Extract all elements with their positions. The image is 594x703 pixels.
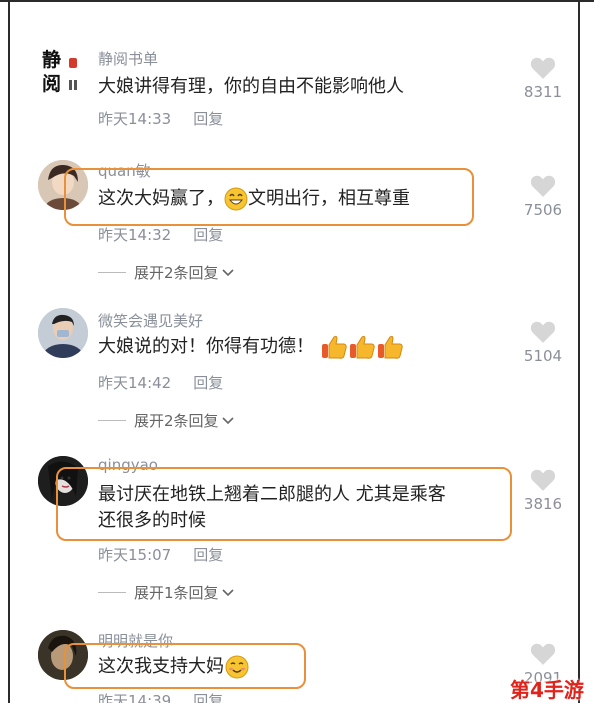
chevron-down-icon	[221, 416, 234, 424]
comment-username[interactable]: 静阅书单	[98, 48, 158, 69]
left-border	[8, 0, 10, 703]
heart-icon	[530, 321, 556, 343]
right-border	[578, 0, 580, 703]
reply-button[interactable]: 回复	[193, 226, 223, 244]
divider-dash	[98, 420, 126, 421]
avatar[interactable]	[38, 308, 88, 358]
highlight-box	[64, 643, 306, 689]
comment-username[interactable]: 微笑会遇见美好	[98, 310, 203, 331]
comment-time: 昨天14:32	[98, 226, 172, 244]
bookmark-icon	[69, 80, 77, 90]
like-count: 7506	[523, 201, 563, 219]
divider-dash	[98, 592, 126, 593]
comment-meta: 昨天14:33 回复	[98, 108, 223, 129]
comment-time: 昨天14:42	[98, 374, 172, 392]
comment-time: 昨天14:39	[98, 692, 172, 703]
thumbs-up-icon	[321, 335, 347, 359]
heart-icon	[530, 57, 556, 79]
comment-text: 大娘讲得有理，你的自由不能影响他人	[98, 76, 404, 97]
expand-replies-button[interactable]: 展开1条回复	[98, 582, 235, 603]
reply-button[interactable]: 回复	[193, 546, 223, 564]
seal-icon	[69, 58, 77, 68]
avatar-photo	[38, 308, 88, 358]
like-button[interactable]: 5104	[522, 320, 564, 365]
avatar[interactable]: 静阅	[38, 48, 88, 98]
comment-time: 昨天15:07	[98, 546, 172, 564]
heart-icon	[530, 643, 556, 665]
comment-text: 大娘说的对！你得有功德！	[98, 334, 404, 360]
comment-meta: 昨天15:07 回复	[98, 544, 223, 565]
like-button[interactable]: 3816	[522, 468, 564, 513]
avatar-logo-text: 静阅	[38, 48, 88, 96]
divider-dash	[98, 272, 126, 273]
comment-time: 昨天14:33	[98, 110, 172, 128]
like-button[interactable]: 8311	[522, 56, 564, 101]
comment-text-part: 大娘说的对！你得有功德！	[98, 336, 314, 357]
reply-button[interactable]: 回复	[193, 692, 223, 703]
reply-button[interactable]: 回复	[193, 374, 223, 392]
like-count: 8311	[523, 83, 563, 101]
like-button[interactable]: 7506	[522, 174, 564, 219]
expand-replies-label: 展开1条回复	[134, 584, 219, 602]
top-border	[0, 0, 594, 2]
highlight-box	[56, 467, 512, 541]
expand-replies-label: 展开2条回复	[134, 264, 219, 282]
like-count: 3816	[523, 495, 563, 513]
comment-meta: 昨天14:42 回复	[98, 372, 223, 393]
thumbs-up-icon	[349, 335, 375, 359]
expand-replies-button[interactable]: 展开2条回复	[98, 262, 235, 283]
highlight-box	[64, 168, 474, 226]
thumbs-up-icon	[377, 335, 403, 359]
chevron-down-icon	[221, 588, 234, 596]
reply-button[interactable]: 回复	[193, 110, 223, 128]
comment-meta: 昨天14:39 回复	[98, 690, 223, 703]
heart-icon	[530, 175, 556, 197]
chevron-down-icon	[221, 268, 234, 276]
comment-meta: 昨天14:32 回复	[98, 224, 223, 245]
expand-replies-label: 展开2条回复	[134, 412, 219, 430]
expand-replies-button[interactable]: 展开2条回复	[98, 410, 235, 431]
avatar-logo-label: 静阅	[42, 49, 62, 95]
heart-icon	[530, 469, 556, 491]
like-count: 5104	[523, 347, 563, 365]
watermark: 第4手游	[510, 678, 584, 702]
